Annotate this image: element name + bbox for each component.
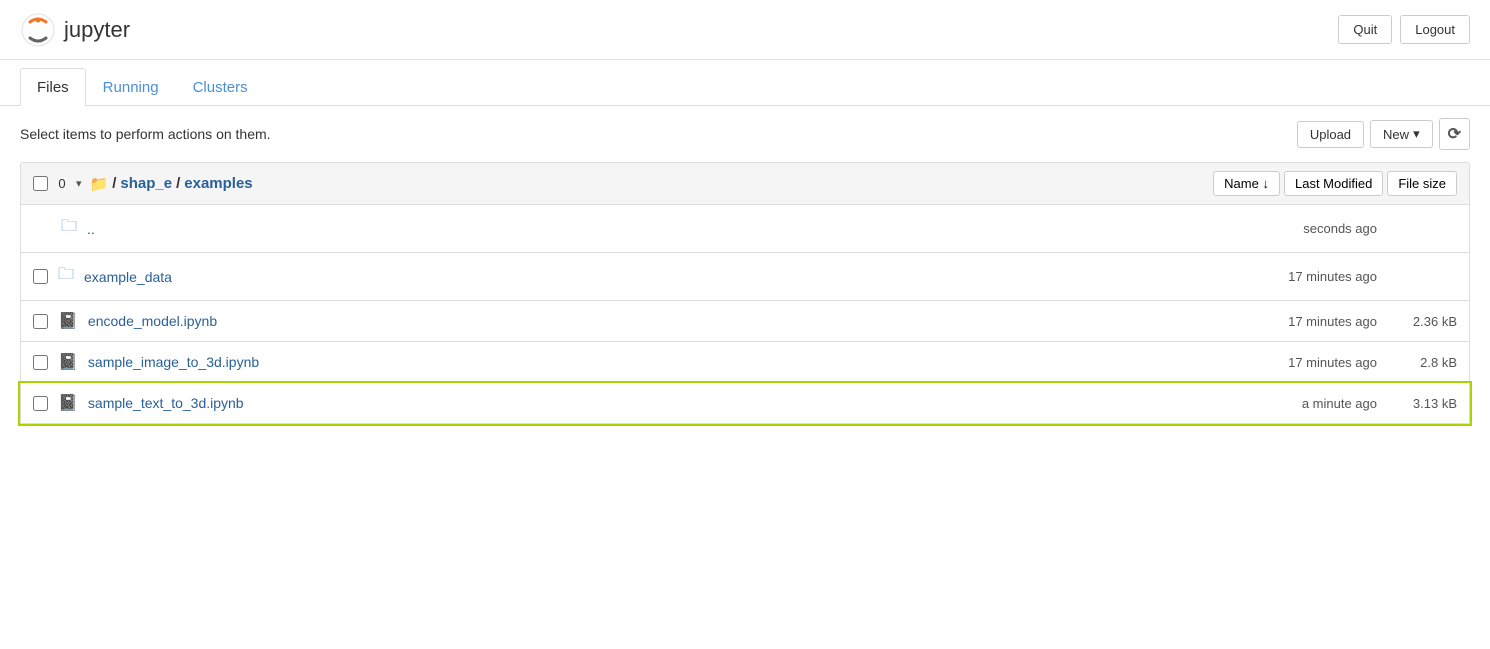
file-name-link[interactable]: sample_image_to_3d.ipynb (88, 354, 259, 370)
file-name-link[interactable]: encode_model.ipynb (88, 313, 217, 329)
upload-button[interactable]: Upload (1297, 121, 1364, 148)
file-name-link[interactable]: example_data (84, 269, 172, 285)
breadcrumb-examples[interactable]: examples (184, 175, 252, 192)
tab-clusters[interactable]: Clusters (176, 68, 265, 106)
parent-dir-link[interactable]: .. (87, 221, 95, 237)
file-size: 2.36 kB (1397, 314, 1457, 329)
file-row-left: 📓 encode_model.ipynb (33, 311, 1247, 331)
toolbar-actions: Upload New ▾ ⟳ (1297, 118, 1470, 150)
new-button[interactable]: New ▾ (1370, 120, 1433, 148)
file-row-left: 📓 sample_image_to_3d.ipynb (33, 352, 1247, 372)
parent-dir-right: seconds ago (1247, 221, 1457, 236)
file-modified: 17 minutes ago (1247, 269, 1377, 284)
file-row-right: 17 minutes ago 2.36 kB (1247, 314, 1457, 329)
file-checkbox[interactable] (33, 396, 48, 411)
parent-dir-row: 🗀 .. seconds ago (20, 205, 1470, 253)
header-buttons: Quit Logout (1338, 15, 1470, 44)
tabs: Files Running Clusters (0, 68, 1490, 106)
file-modified: 17 minutes ago (1247, 355, 1377, 370)
logout-button[interactable]: Logout (1400, 15, 1470, 44)
quit-button[interactable]: Quit (1338, 15, 1392, 44)
file-checkbox[interactable] (33, 314, 48, 329)
file-row-left: 🗀 example_data (33, 263, 1247, 290)
notebook-icon: 📓 (58, 393, 78, 413)
refresh-icon: ⟳ (1448, 124, 1461, 144)
tab-files[interactable]: Files (20, 68, 86, 106)
file-row-right: 17 minutes ago 2.8 kB (1247, 355, 1457, 370)
table-row: 📓 encode_model.ipynb 17 minutes ago 2.36… (20, 301, 1470, 342)
selected-count: 0 (52, 176, 72, 191)
parent-dir-modified: seconds ago (1247, 221, 1377, 236)
sort-arrow: ↓ (1262, 176, 1269, 191)
jupyter-logo-icon (20, 12, 56, 48)
col-header-left: 0 ▾ 📁 / shap_e / examples (33, 175, 1213, 193)
file-size: 3.13 kB (1397, 396, 1457, 411)
sort-modified-button[interactable]: Last Modified (1284, 171, 1383, 196)
toolbar-info: Select items to perform actions on them. (20, 126, 271, 142)
file-row-left: 📓 sample_text_to_3d.ipynb (33, 393, 1247, 413)
parent-dir-icon: 🗀 (61, 215, 77, 242)
select-all-checkbox[interactable] (33, 176, 48, 191)
tab-running[interactable]: Running (86, 68, 176, 106)
table-row: 🗀 example_data 17 minutes ago (20, 253, 1470, 301)
notebook-icon: 📓 (58, 352, 78, 372)
file-list: 0 ▾ 📁 / shap_e / examples Name ↓ Last Mo… (0, 162, 1490, 424)
table-row: 📓 sample_image_to_3d.ipynb 17 minutes ag… (20, 342, 1470, 383)
column-header: 0 ▾ 📁 / shap_e / examples Name ↓ Last Mo… (20, 162, 1470, 205)
parent-dir-left: 🗀 .. (33, 215, 1247, 242)
breadcrumb: 📁 / shap_e / examples (90, 175, 253, 193)
breadcrumb-separator-2: / (176, 175, 180, 192)
breadcrumb-separator-1: / (112, 175, 116, 192)
file-modified: 17 minutes ago (1247, 314, 1377, 329)
file-row-right: 17 minutes ago (1247, 269, 1457, 284)
folder-icon: 📁 (90, 175, 109, 193)
refresh-button[interactable]: ⟳ (1439, 118, 1470, 150)
file-checkbox[interactable] (33, 355, 48, 370)
file-size: 2.8 kB (1397, 355, 1457, 370)
logo: jupyter (20, 12, 130, 48)
col-header-right: Name ↓ Last Modified File size (1213, 171, 1457, 196)
breadcrumb-shap_e[interactable]: shap_e (120, 175, 172, 192)
file-name-link[interactable]: sample_text_to_3d.ipynb (88, 395, 244, 411)
header: jupyter Quit Logout (0, 0, 1490, 60)
new-dropdown-arrow: ▾ (1413, 126, 1420, 142)
count-dropdown-arrow[interactable]: ▾ (76, 177, 82, 190)
folder-icon: 🗀 (58, 263, 74, 290)
sort-size-button[interactable]: File size (1387, 171, 1457, 196)
file-row-right: a minute ago 3.13 kB (1247, 396, 1457, 411)
logo-text: jupyter (64, 17, 130, 43)
notebook-icon: 📓 (58, 311, 78, 331)
file-modified: a minute ago (1247, 396, 1377, 411)
table-row: 📓 sample_text_to_3d.ipynb a minute ago 3… (20, 383, 1470, 424)
sort-name-button[interactable]: Name ↓ (1213, 171, 1280, 196)
toolbar: Select items to perform actions on them.… (0, 106, 1490, 162)
file-checkbox[interactable] (33, 269, 48, 284)
select-all-area: 0 ▾ (33, 176, 82, 191)
